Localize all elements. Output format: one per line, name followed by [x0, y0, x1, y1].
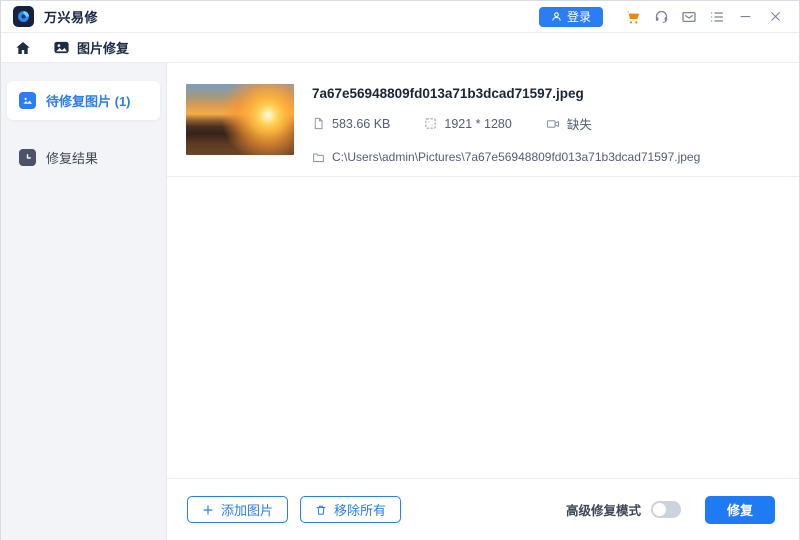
photo-icon	[54, 41, 69, 54]
login-button[interactable]: 登录	[538, 6, 603, 27]
close-icon[interactable]	[761, 5, 789, 29]
add-photos-button[interactable]: 添加图片	[187, 496, 289, 523]
repair-button[interactable]: 修复	[705, 495, 775, 524]
tab-label: 图片修复	[77, 41, 130, 56]
sidebar: 待修复图片 (1) 修复结果	[1, 63, 167, 540]
mail-icon[interactable]	[675, 5, 703, 29]
cart-icon[interactable]	[619, 5, 647, 29]
camera-icon	[546, 119, 559, 128]
pending-photos-icon	[19, 92, 36, 109]
file-name: 7a67e56948809fd013a71b3dcad71597.jpeg	[312, 86, 584, 101]
nav-bar: 图片修复	[1, 33, 799, 63]
tab-photo-repair[interactable]: 图片修复	[53, 38, 129, 57]
file-path: C:\Users\admin\Pictures\7a67e56948809fd0…	[312, 150, 700, 164]
content-empty-area	[167, 177, 799, 478]
sidebar-item-pending-photos[interactable]: 待修复图片 (1)	[7, 81, 160, 120]
sidebar-item-repair-results[interactable]: 修复结果	[7, 138, 160, 177]
sidebar-item-label: 修复结果	[46, 151, 99, 166]
file-item[interactable]: 7a67e56948809fd013a71b3dcad71597.jpeg 58…	[186, 84, 799, 164]
home-icon	[16, 41, 30, 54]
advanced-mode-toggle[interactable]	[651, 501, 681, 518]
sidebar-item-label: 待修复图片 (1)	[46, 94, 131, 109]
login-label: 登录	[566, 10, 591, 24]
file-thumbnail	[186, 84, 294, 155]
minimize-icon[interactable]	[731, 5, 759, 29]
title-bar: 万兴易修 登录	[1, 1, 799, 33]
file-status: 缺失	[546, 114, 592, 133]
file-size: 583.66 KB	[312, 117, 390, 131]
footer-bar: 添加图片 移除所有 高级修复模式 修复	[167, 478, 799, 540]
main-content: 7a67e56948809fd013a71b3dcad71597.jpeg 58…	[167, 63, 799, 540]
person-icon	[552, 12, 561, 21]
menu-list-icon[interactable]	[703, 5, 731, 29]
support-headset-icon[interactable]	[647, 5, 675, 29]
repair-results-icon	[19, 149, 36, 166]
folder-icon	[313, 152, 324, 162]
remove-all-label: 移除所有	[334, 503, 387, 518]
plus-icon	[203, 504, 213, 515]
add-photos-label: 添加图片	[221, 503, 274, 518]
dimensions-icon	[425, 118, 437, 129]
remove-all-button[interactable]: 移除所有	[300, 496, 402, 523]
trash-icon	[316, 505, 326, 515]
advanced-mode-label: 高级修复模式	[565, 504, 641, 518]
file-icon	[314, 117, 323, 130]
app-title: 万兴易修	[44, 10, 99, 25]
file-list: 7a67e56948809fd013a71b3dcad71597.jpeg 58…	[167, 63, 799, 177]
file-dimensions: 1921 * 1280	[424, 117, 512, 131]
home-button[interactable]	[15, 40, 31, 56]
app-logo-icon	[13, 6, 34, 27]
